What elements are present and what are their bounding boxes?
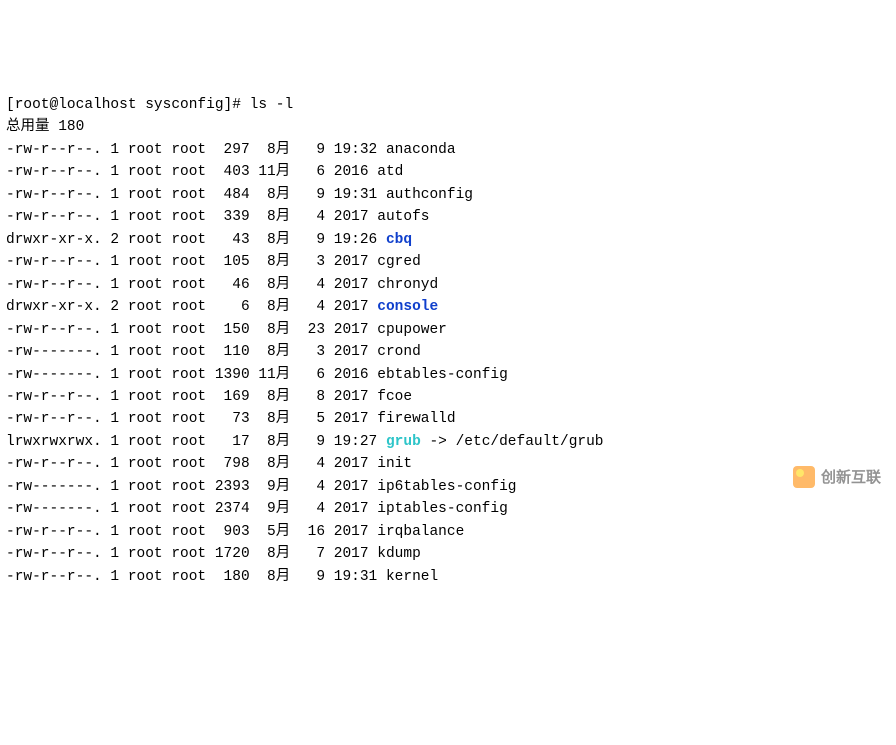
file-name: firewalld [377, 411, 455, 427]
total-line: 总用量 180 [6, 116, 890, 138]
listing-row: -rw-r--r--. 1 root root 297 8月 9 19:32 a… [6, 139, 890, 161]
listing-row: -rw-r--r--. 1 root root 339 8月 4 2017 au… [6, 206, 890, 228]
file-name: chronyd [377, 277, 438, 293]
file-name: kernel [386, 569, 438, 585]
prompt-line: [root@localhost sysconfig]# ls -l [6, 94, 890, 116]
file-name: anaconda [386, 142, 456, 158]
listing-row: -rw-------. 1 root root 2393 9月 4 2017 i… [6, 476, 890, 498]
file-name: ebtables-config [377, 367, 508, 383]
file-name-dir: cbq [386, 232, 412, 248]
listing-row: -rw-r--r--. 1 root root 798 8月 4 2017 in… [6, 453, 890, 475]
listing-row: -rw-r--r--. 1 root root 169 8月 8 2017 fc… [6, 386, 890, 408]
listing-row: -rw-r--r--. 1 root root 105 8月 3 2017 cg… [6, 251, 890, 273]
watermark: 创新互联 [793, 466, 881, 489]
listing-row: -rw-r--r--. 1 root root 403 11月 6 2016 a… [6, 161, 890, 183]
file-name: crond [377, 344, 421, 360]
listing-row: -rw-r--r--. 1 root root 903 5月 16 2017 i… [6, 521, 890, 543]
listing-row: -rw-r--r--. 1 root root 73 8月 5 2017 fir… [6, 408, 890, 430]
listing-row: -rw-r--r--. 1 root root 150 8月 23 2017 c… [6, 319, 890, 341]
file-name-dir: console [377, 299, 438, 315]
file-name: irqbalance [377, 524, 464, 540]
listing-row: -rw-------. 1 root root 1390 11月 6 2016 … [6, 364, 890, 386]
listing-row: -rw-r--r--. 1 root root 484 8月 9 19:31 a… [6, 184, 890, 206]
file-name: ip6tables-config [377, 479, 516, 495]
file-name: init [377, 456, 412, 472]
terminal-output: [root@localhost sysconfig]# ls -l总用量 180… [6, 94, 890, 588]
listing-row: drwxr-xr-x. 2 root root 6 8月 4 2017 cons… [6, 296, 890, 318]
file-name: autofs [377, 209, 429, 225]
watermark-text: 创新互联 [821, 466, 881, 489]
file-name: iptables-config [377, 501, 508, 517]
file-name: kdump [377, 546, 421, 562]
file-name: authconfig [386, 187, 473, 203]
file-name: cgred [377, 254, 421, 270]
listing-row: -rw-r--r--. 1 root root 46 8月 4 2017 chr… [6, 274, 890, 296]
listing-row: lrwxrwxrwx. 1 root root 17 8月 9 19:27 gr… [6, 431, 890, 453]
listing-row: drwxr-xr-x. 2 root root 43 8月 9 19:26 cb… [6, 229, 890, 251]
file-name-link: grub [386, 434, 421, 450]
listing-row: -rw-r--r--. 1 root root 1720 8月 7 2017 k… [6, 543, 890, 565]
file-name: cpupower [377, 322, 447, 338]
listing-row: -rw-------. 1 root root 2374 9月 4 2017 i… [6, 498, 890, 520]
listing-row: -rw-------. 1 root root 110 8月 3 2017 cr… [6, 341, 890, 363]
listing-row: -rw-r--r--. 1 root root 180 8月 9 19:31 k… [6, 566, 890, 588]
file-name: atd [377, 164, 403, 180]
file-name: fcoe [377, 389, 412, 405]
watermark-logo-icon [793, 466, 815, 488]
